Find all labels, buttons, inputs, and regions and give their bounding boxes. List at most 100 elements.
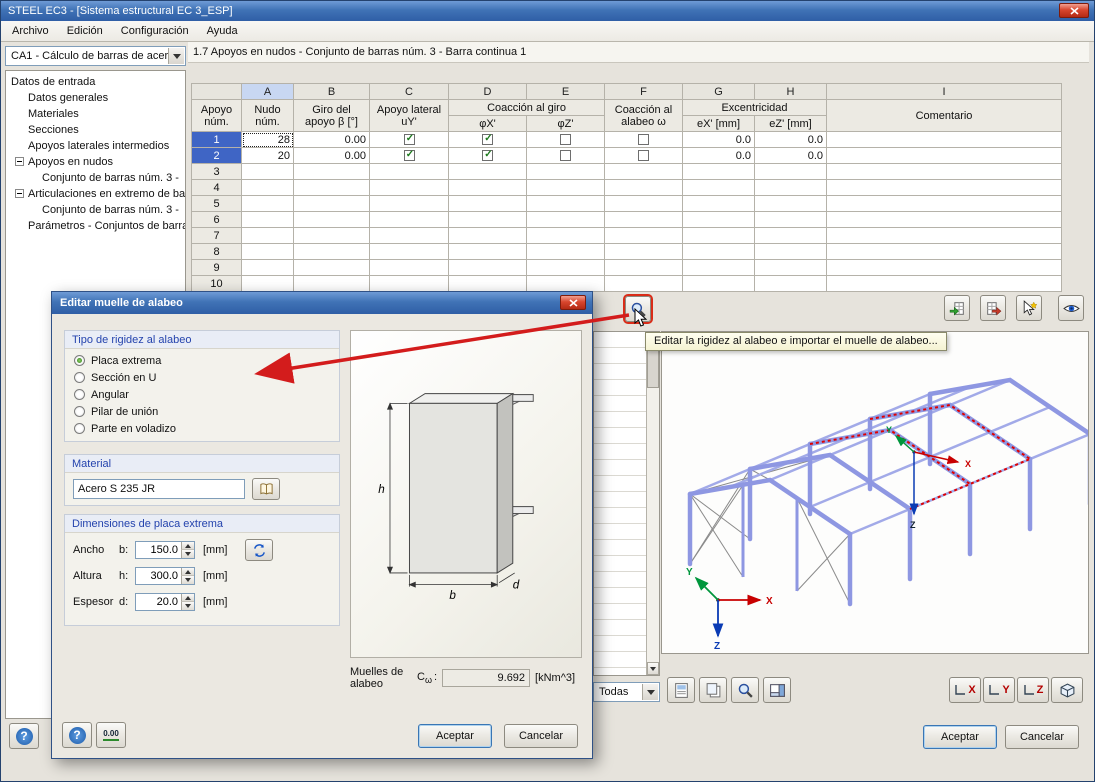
table-cell[interactable]: [369, 275, 449, 292]
radio-angular[interactable]: Angular: [65, 386, 339, 403]
decimal-places-button[interactable]: 0.00: [96, 722, 126, 748]
table-cell[interactable]: 0.00: [293, 147, 370, 164]
table-cell[interactable]: [682, 227, 755, 244]
width-stepper[interactable]: [135, 541, 195, 559]
table-cell[interactable]: [754, 259, 827, 276]
row-number[interactable]: 7: [191, 227, 242, 244]
table-cell[interactable]: [826, 163, 1062, 180]
table-cell[interactable]: 0.0: [682, 147, 755, 164]
column-letter[interactable]: C: [369, 83, 449, 100]
cancel-button[interactable]: Cancelar: [1005, 725, 1079, 749]
table-cell[interactable]: [293, 259, 370, 276]
table-cell[interactable]: 20: [241, 147, 294, 164]
row-number[interactable]: 1: [191, 131, 242, 148]
sync-dimensions-button[interactable]: [245, 539, 273, 561]
table-cell[interactable]: [369, 179, 449, 196]
column-letter[interactable]: E: [526, 83, 605, 100]
layout-panels-button[interactable]: [763, 677, 791, 703]
row-number[interactable]: 6: [191, 211, 242, 228]
list-rows[interactable]: [594, 332, 646, 675]
table-cell[interactable]: [369, 227, 449, 244]
spin-up-icon[interactable]: [181, 542, 194, 550]
column-letter[interactable]: H: [754, 83, 827, 100]
row-number[interactable]: 2: [191, 147, 242, 164]
table-cell[interactable]: [369, 147, 449, 164]
table-cell[interactable]: [448, 227, 527, 244]
visibility-button[interactable]: [1058, 295, 1084, 321]
radio-pilar-de-union[interactable]: Pilar de unión: [65, 403, 339, 420]
radio-parte-en-voladizo[interactable]: Parte en voladizo: [65, 420, 339, 437]
scrollbar[interactable]: [646, 332, 659, 675]
structure-viewer[interactable]: X Y Z X Y Z: [661, 331, 1093, 654]
table-cell[interactable]: [826, 131, 1062, 148]
checkbox-omega[interactable]: [638, 134, 649, 145]
checkbox-uy[interactable]: [403, 149, 416, 161]
tree-item-apoyos-en-nudos[interactable]: Apoyos en nudos: [6, 154, 185, 170]
table-cell[interactable]: [448, 259, 527, 276]
table-cell[interactable]: [604, 163, 683, 180]
table-cell[interactable]: [448, 131, 527, 148]
row-number[interactable]: 10: [191, 275, 242, 292]
table-cell[interactable]: [682, 211, 755, 228]
table-cell[interactable]: [826, 195, 1062, 212]
case-selector[interactable]: CA1 - Cálculo de barras de acer: [5, 46, 186, 66]
table-cell[interactable]: [682, 259, 755, 276]
spin-down-icon[interactable]: [181, 576, 194, 584]
ok-button[interactable]: Aceptar: [923, 725, 997, 749]
close-button[interactable]: [1059, 3, 1089, 18]
row-number[interactable]: 4: [191, 179, 242, 196]
table-cell[interactable]: [826, 227, 1062, 244]
table-cell[interactable]: [604, 195, 683, 212]
spin-up-icon[interactable]: [181, 594, 194, 602]
table-cell[interactable]: [293, 275, 370, 292]
row-number[interactable]: 5: [191, 195, 242, 212]
menu-ayuda[interactable]: Ayuda: [198, 21, 247, 41]
row-number[interactable]: 8: [191, 243, 242, 260]
table-cell[interactable]: [369, 211, 449, 228]
zoom-view-button[interactable]: [731, 677, 759, 703]
table-cell[interactable]: [369, 195, 449, 212]
table-cell[interactable]: [448, 195, 527, 212]
dialog-close-button[interactable]: [560, 295, 586, 310]
height-stepper[interactable]: [135, 567, 195, 585]
spin-down-icon[interactable]: [181, 602, 194, 610]
table-cell[interactable]: [526, 163, 605, 180]
export-table-button[interactable]: [980, 295, 1006, 321]
table-cell[interactable]: [526, 243, 605, 260]
table-cell[interactable]: [293, 179, 370, 196]
table-cell[interactable]: [526, 275, 605, 292]
table-cell[interactable]: [754, 275, 827, 292]
spin-down-icon[interactable]: [181, 550, 194, 558]
table-cell[interactable]: [448, 211, 527, 228]
table-cell[interactable]: [754, 243, 827, 260]
table-cell[interactable]: [604, 243, 683, 260]
view-along-x-button[interactable]: X: [949, 677, 981, 703]
table-cell[interactable]: [293, 243, 370, 260]
material-field[interactable]: Acero S 235 JR: [73, 479, 245, 499]
table-cell[interactable]: [241, 163, 294, 180]
table-cell[interactable]: [682, 195, 755, 212]
table-cell[interactable]: [526, 147, 605, 164]
table-cell[interactable]: [604, 211, 683, 228]
table-cell[interactable]: [526, 227, 605, 244]
table-cell[interactable]: 0.00: [293, 131, 370, 148]
table-cell[interactable]: [604, 131, 683, 148]
view-along-z-button[interactable]: Z: [1017, 677, 1049, 703]
table-cell[interactable]: [241, 227, 294, 244]
tree-item-parametros[interactable]: Parámetros - Conjuntos de barra: [6, 218, 185, 234]
checkbox-phix[interactable]: [482, 133, 494, 145]
table-cell[interactable]: [241, 195, 294, 212]
material-library-button[interactable]: [252, 478, 280, 500]
column-letter[interactable]: D: [448, 83, 527, 100]
tree-item-conjunto-barras-3[interactable]: Conjunto de barras núm. 3 -: [6, 170, 185, 186]
table-cell[interactable]: [369, 131, 449, 148]
menu-archivo[interactable]: Archivo: [3, 21, 58, 41]
table-cell[interactable]: [448, 163, 527, 180]
tree-item-datos-generales[interactable]: Datos generales: [6, 90, 185, 106]
dialog-help-button[interactable]: ?: [62, 722, 92, 748]
table-cell[interactable]: [448, 179, 527, 196]
table-cell[interactable]: [448, 243, 527, 260]
tree-item-apoyos-laterales[interactable]: Apoyos laterales intermedios: [6, 138, 185, 154]
table-cell[interactable]: [526, 211, 605, 228]
collapse-icon[interactable]: [15, 157, 24, 166]
